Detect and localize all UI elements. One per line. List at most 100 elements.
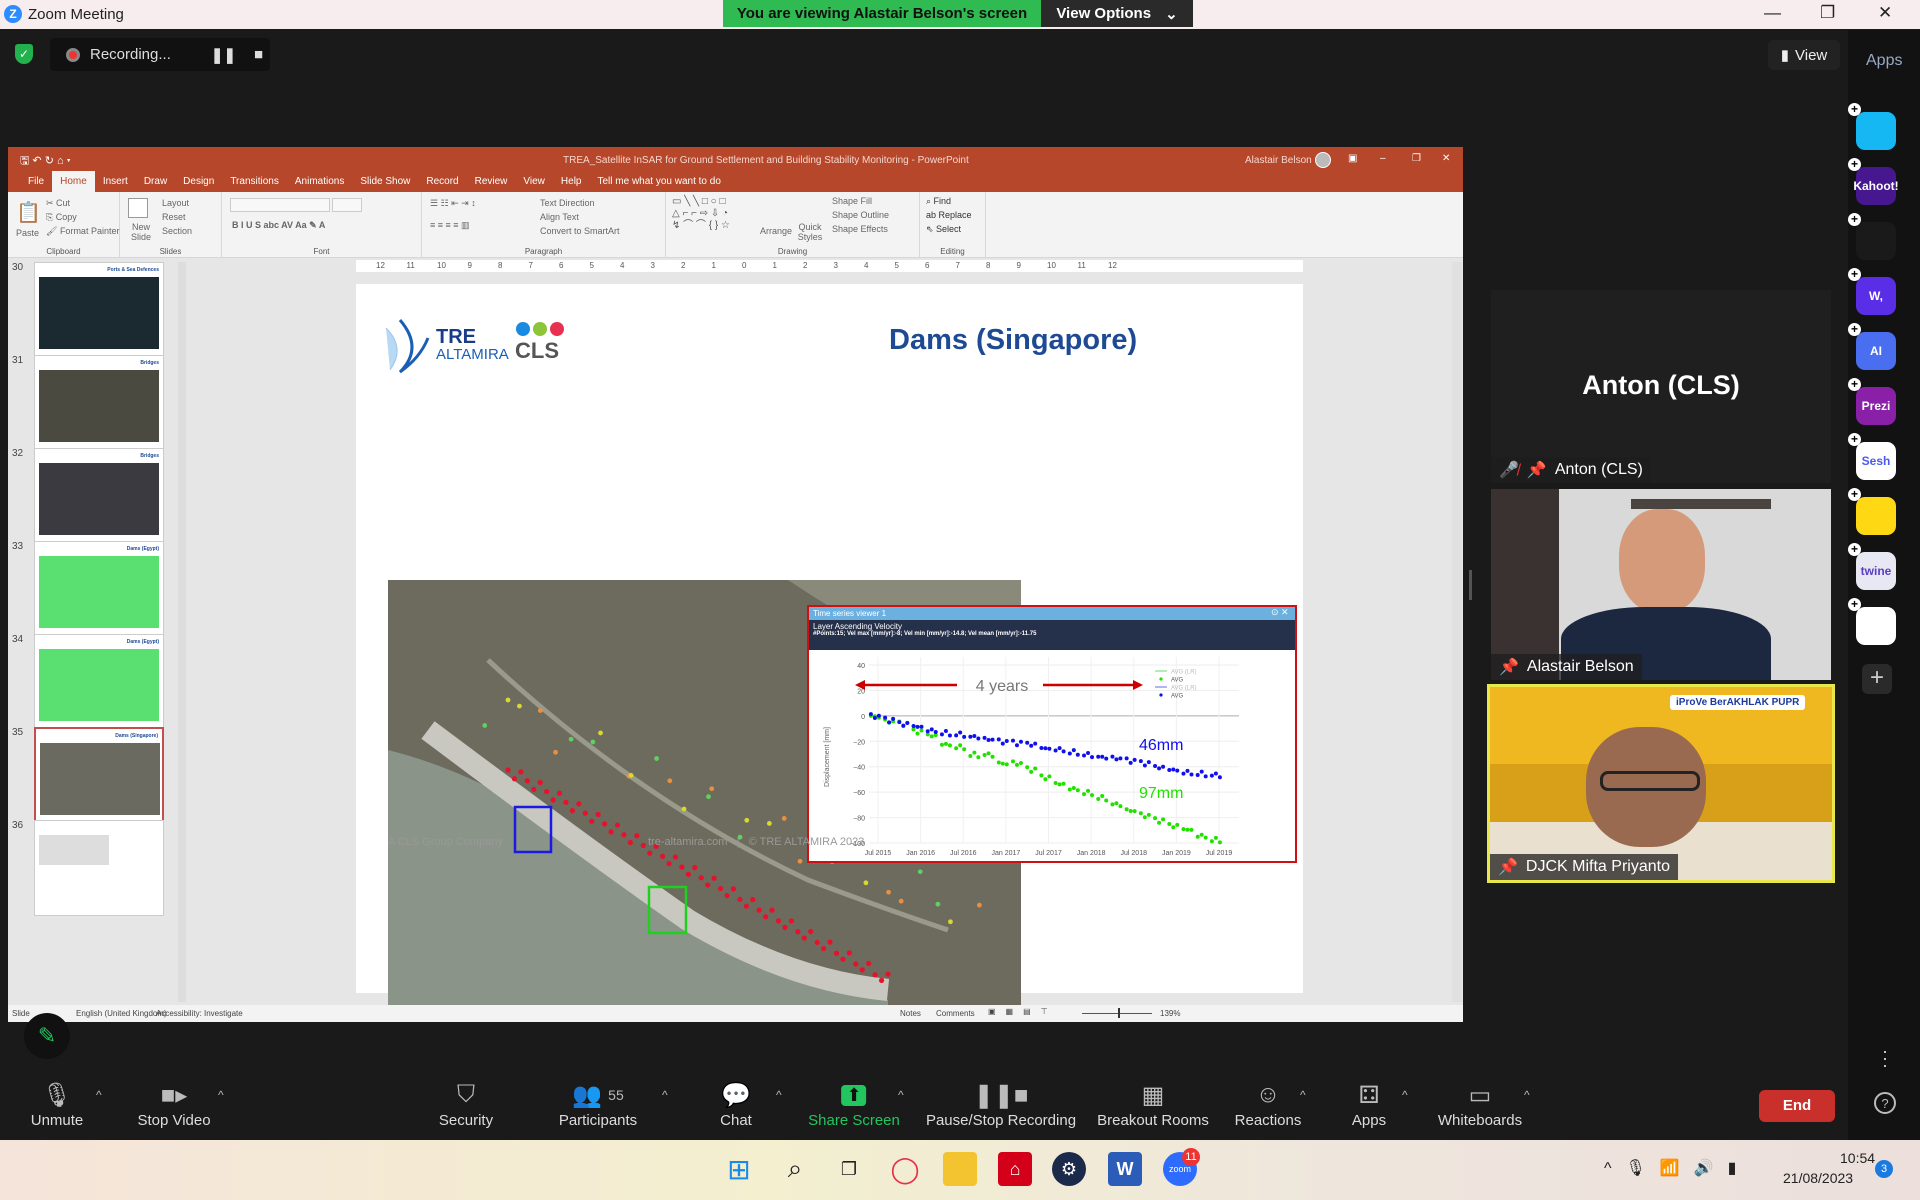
stop-recording-button[interactable]: ■ [254, 46, 263, 63]
steam-icon[interactable]: ⚙ [1052, 1152, 1086, 1186]
participant-tile-alastair[interactable]: 📌 Alastair Belson [1491, 489, 1831, 680]
notes-button[interactable]: Notes [900, 1009, 921, 1018]
acrobat-icon[interactable]: ⌂ [998, 1152, 1032, 1186]
tell-me-search[interactable]: Tell me what you want to do [589, 171, 728, 192]
clock-date[interactable]: 21/08/2023 [1783, 1170, 1853, 1186]
tab-draw[interactable]: Draw [136, 171, 175, 192]
shape-fill-button[interactable]: Shape Fill [832, 196, 872, 206]
add-plus-icon[interactable]: + [1848, 433, 1861, 446]
font-format-buttons[interactable]: B I U S abc AV Aa ✎ A [232, 220, 325, 231]
shapes-gallery[interactable]: ▭ ╲ ╲ □ ○ □ △ ⌐ ⌐ ⇨ ⇩ ◔ ↯ ⌒ ⌒ { } ☆ [672, 196, 730, 232]
reactions-button[interactable]: ☺ Reactions [1235, 1078, 1302, 1129]
tab-review[interactable]: Review [467, 171, 516, 192]
slide-thumbnail[interactable]: Ports & Sea Defences [34, 262, 164, 358]
reset-button[interactable]: Reset [162, 212, 186, 222]
minimize-button[interactable]: — [1764, 3, 1781, 23]
paste-button[interactable]: Paste [16, 228, 39, 238]
breakout-rooms-button[interactable]: ▦ Breakout Rooms [1097, 1078, 1209, 1130]
add-plus-icon[interactable]: + [1848, 543, 1861, 556]
participants-button[interactable]: 👥 55 Participants [559, 1078, 637, 1130]
clock-time[interactable]: 10:54 [1840, 1150, 1875, 1166]
file-explorer-icon[interactable] [943, 1152, 977, 1186]
legend-label[interactable]: AVG [1171, 694, 1184, 700]
text-direction-button[interactable]: Text Direction [540, 198, 595, 208]
help-icon[interactable]: ? [1874, 1092, 1896, 1114]
task-view-icon[interactable]: ❐ [832, 1152, 866, 1186]
tab-animations[interactable]: Animations [287, 171, 352, 192]
search-icon[interactable]: ⌕ [778, 1152, 812, 1186]
share-options-caret[interactable]: ^ [898, 1088, 904, 1102]
zoom-slider-thumb[interactable] [1118, 1008, 1120, 1018]
comments-button[interactable]: Comments [936, 1009, 975, 1018]
splitter-handle[interactable] [1469, 570, 1472, 600]
pause-recording-button[interactable]: ❚❚ [211, 46, 236, 64]
sesh-app[interactable]: Sesh + [1848, 433, 1896, 480]
start-button[interactable]: ⊞ [722, 1152, 756, 1186]
tab-design[interactable]: Design [175, 171, 222, 192]
twine-app[interactable]: twine + [1848, 543, 1896, 590]
unmute-button[interactable]: 🎙 Unmute [31, 1078, 84, 1130]
wooclap-app[interactable]: W, + [1848, 268, 1896, 315]
tab-view[interactable]: View [515, 171, 553, 192]
share-screen-button[interactable]: ⬆ Share Screen [808, 1078, 900, 1129]
arrange-button[interactable]: Arrange [760, 226, 792, 236]
shape-effects-button[interactable]: Shape Effects [832, 224, 888, 234]
layout-button[interactable]: Layout [162, 198, 189, 208]
whiteboards-options-caret[interactable]: ^ [1524, 1088, 1530, 1102]
blocks-app[interactable]: + [1848, 598, 1896, 645]
legend-label[interactable]: AVG [1171, 678, 1184, 684]
add-plus-icon[interactable]: + [1848, 213, 1861, 226]
reactions-options-caret[interactable]: ^ [1300, 1088, 1306, 1102]
user-avatar[interactable] [1315, 152, 1331, 168]
font-name-select[interactable] [230, 198, 330, 212]
tray-icons[interactable]: ^🎙📶🔊▮ [1604, 1158, 1750, 1178]
tab-record[interactable]: Record [418, 171, 466, 192]
legend-label[interactable]: AVG (LR) [1171, 670, 1197, 676]
tab-slide-show[interactable]: Slide Show [352, 171, 418, 192]
slide-thumbnail[interactable]: Bridges [34, 448, 164, 544]
align-buttons[interactable]: ≡ ≡ ≡ ≡ ▥ [430, 220, 470, 231]
accessibility-status[interactable]: Accessibility: Investigate [156, 1009, 243, 1018]
tab-help[interactable]: Help [553, 171, 590, 192]
pause-stop-recording-button[interactable]: ❚❚■ Pause/Stop Recording [926, 1078, 1076, 1130]
view-mode-buttons[interactable]: ▣▦▤⊤ [988, 1007, 1058, 1016]
replace-button[interactable]: ab Replace [926, 210, 972, 220]
ai-camera-app[interactable]: AI + [1848, 323, 1896, 370]
select-button[interactable]: ⇖ Select [926, 224, 961, 235]
list-buttons[interactable]: ☰ ☷ ⇤ ⇥ ↕ [430, 198, 476, 209]
orange-c-app[interactable]: + [1848, 213, 1896, 260]
participants-options-caret[interactable]: ^ [662, 1088, 668, 1102]
restore-button[interactable]: ❐ [1820, 3, 1835, 23]
close-button[interactable]: ✕ [1878, 3, 1892, 23]
find-button[interactable]: ⌕ Find [926, 196, 951, 207]
add-plus-icon[interactable]: + [1848, 378, 1861, 391]
stop-video-button[interactable]: ■▸ Stop Video [137, 1078, 210, 1130]
cut-button[interactable]: ✂ Cut [46, 198, 70, 209]
new-slide-button[interactable]: New Slide [126, 222, 156, 242]
view-button[interactable]: ▮ View [1768, 40, 1840, 70]
slide-thumbnail[interactable]: Dams (Singapore) [34, 727, 164, 823]
kahoot-app[interactable]: Kahoot! + [1848, 158, 1899, 205]
convert-smartart-button[interactable]: Convert to SmartArt [540, 226, 620, 236]
prezi-app[interactable]: Prezi + [1848, 378, 1896, 425]
participant-tile-djck[interactable]: iProVe BerAKHLAK PUPR 📌 DJCK Mifta Priyan… [1487, 684, 1835, 883]
unmute-options-caret[interactable]: ^ [96, 1088, 102, 1102]
zoom-slider[interactable] [1082, 1013, 1152, 1014]
language-status[interactable]: English (United Kingdom) [76, 1009, 167, 1018]
ppt-restore-button[interactable]: ❐ [1412, 153, 1421, 164]
tab-insert[interactable]: Insert [95, 171, 136, 192]
thumbnail-scrollbar[interactable] [178, 262, 186, 1002]
ppt-minimize-button[interactable]: – [1380, 153, 1386, 164]
qat-save-icon[interactable]: 🖫 ↶ ↻ ⌂ ▾ [20, 152, 71, 171]
more-options-icon[interactable]: · · · [1882, 1042, 1888, 1074]
add-plus-icon[interactable]: + [1848, 103, 1861, 116]
ppt-close-button[interactable]: ✕ [1442, 153, 1450, 164]
slide-thumbnail[interactable]: Bridges [34, 355, 164, 451]
add-plus-icon[interactable]: + [1848, 488, 1861, 501]
font-size-select[interactable] [332, 198, 362, 212]
apps-button[interactable]: ⚃ Apps [1352, 1078, 1386, 1130]
add-app-button[interactable]: + [1862, 664, 1892, 694]
tab-file[interactable]: File [20, 171, 52, 192]
end-meeting-button[interactable]: End [1759, 1090, 1835, 1122]
security-shield-icon[interactable]: ✓ [15, 44, 33, 64]
